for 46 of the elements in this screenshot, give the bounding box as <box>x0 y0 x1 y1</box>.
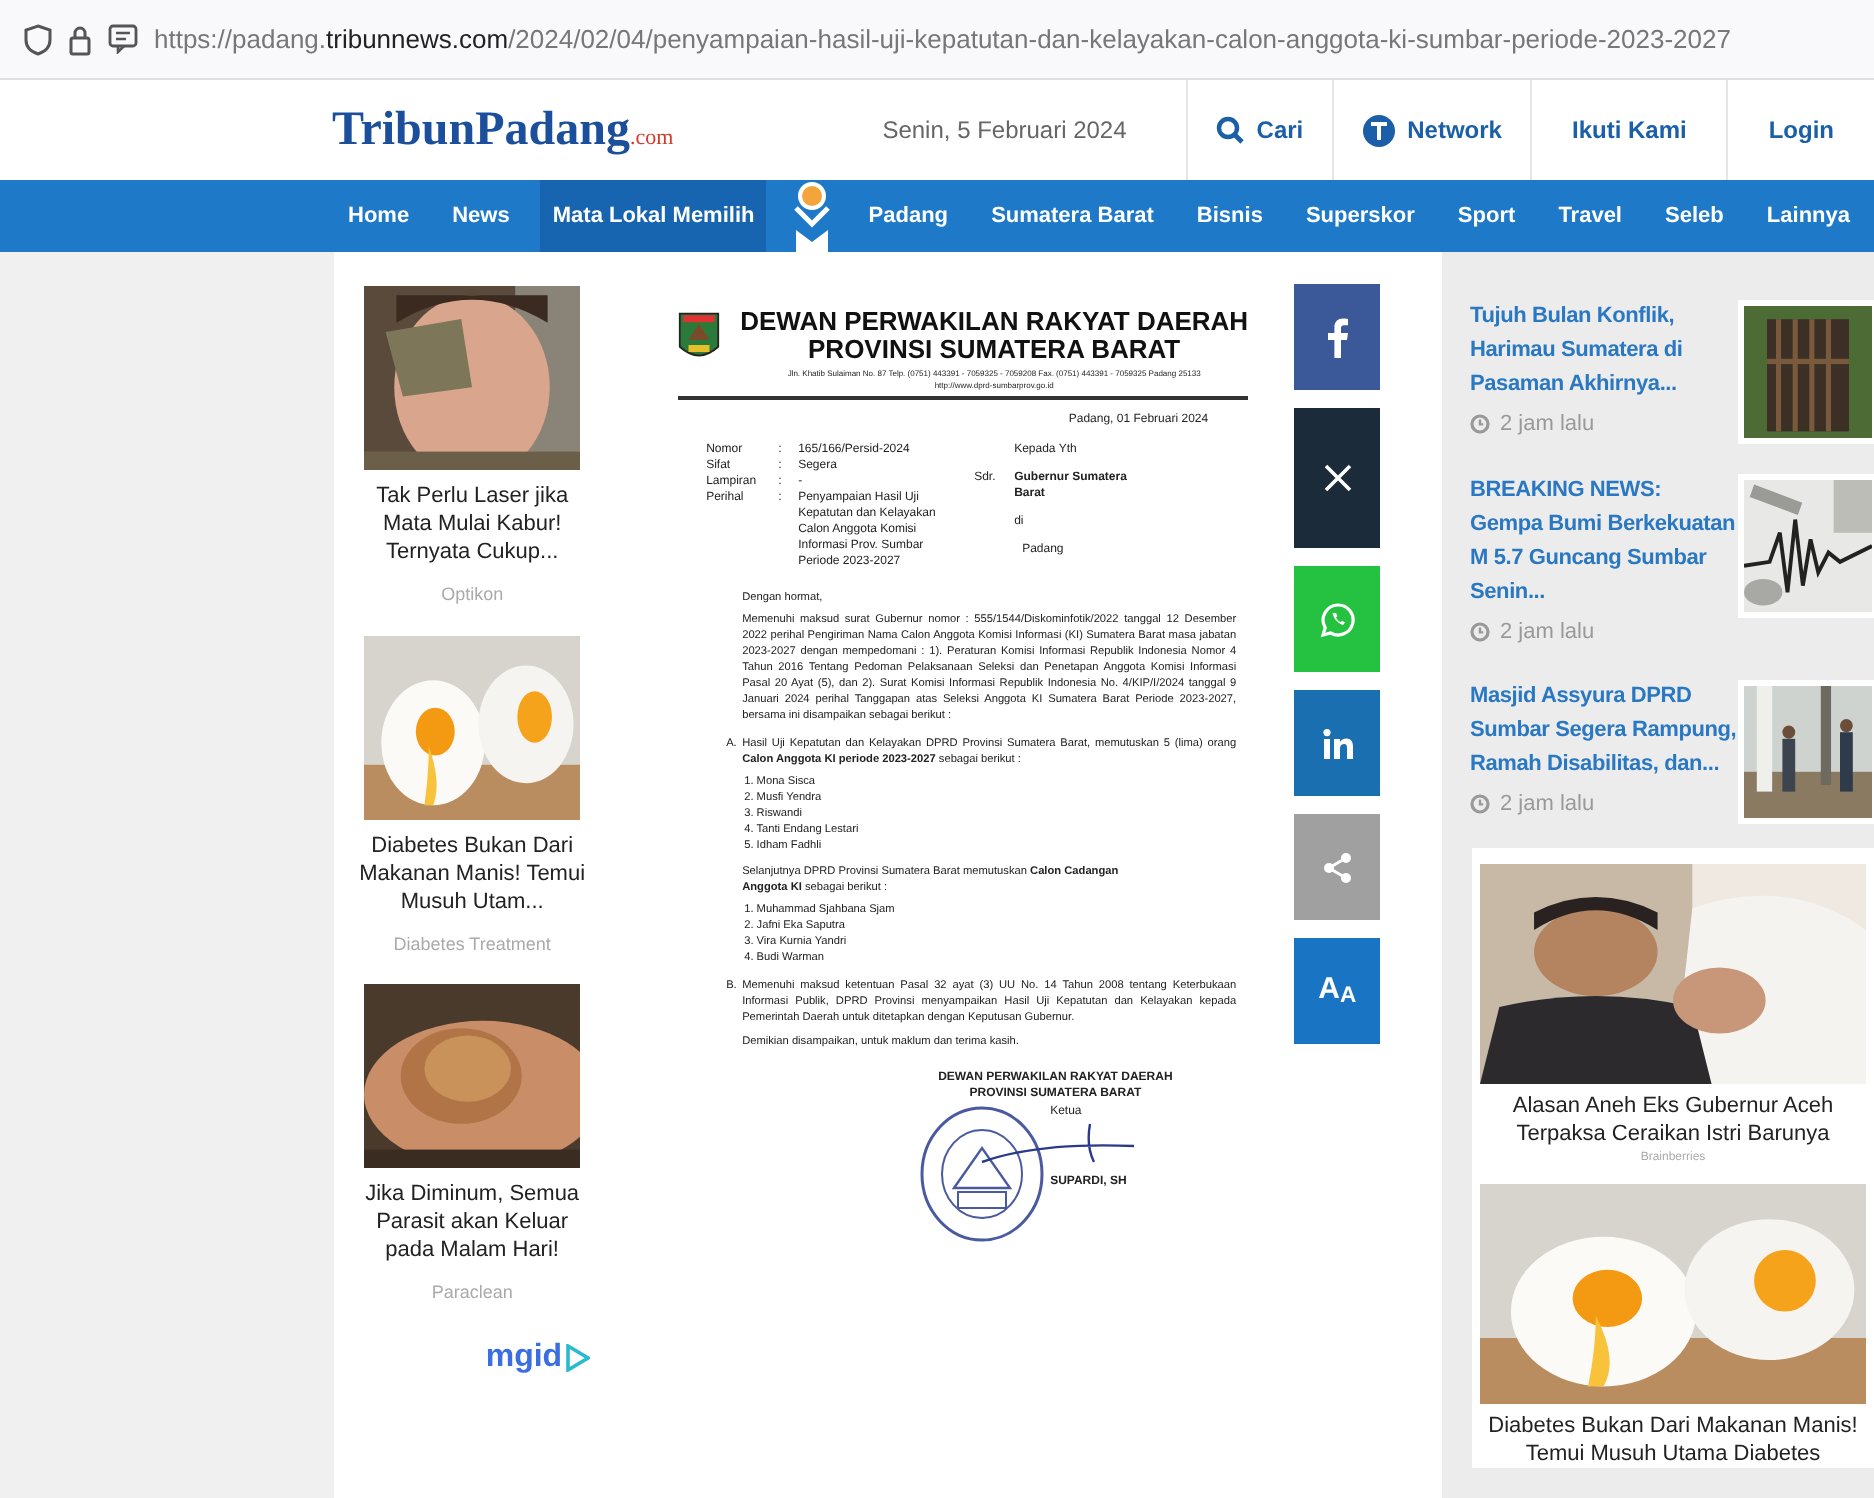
share-button[interactable] <box>1294 284 1381 390</box>
emblem-icon[interactable] <box>789 180 834 252</box>
nav-link[interactable]: Home <box>336 180 422 252</box>
time-text: 2 jam lalu <box>1500 410 1595 440</box>
nav-link[interactable]: Superskor <box>1293 180 1427 252</box>
letterhead-title: PROVINSI SUMATERA BARAT <box>808 336 1181 364</box>
nav-link[interactable]: Lainnya <box>1754 180 1862 252</box>
nav-link[interactable]: Sport <box>1445 180 1528 252</box>
clock-icon <box>1470 622 1490 643</box>
nav-link[interactable]: Mata Lokal Memilih <box>540 180 767 252</box>
ad-title[interactable]: Diabetes Bukan Dari Makanan Manis! Temui Musuh Utam... <box>350 831 595 915</box>
letterhead-title: DEWAN PERWAKILAN RAKYAT DAERAH <box>740 308 1249 336</box>
nav-link[interactable]: Padang <box>856 180 961 252</box>
mgid-logo[interactable]: mgid <box>485 1333 591 1381</box>
time-text: 2 jam lalu <box>1500 789 1595 819</box>
headline-link[interactable]: Masjid Assyura DPRD Sumbar Segera Rampung, Ramah Disabilitas, dan... <box>1470 679 1738 781</box>
x-logo-icon <box>1323 464 1352 492</box>
share-button[interactable] <box>1294 408 1381 548</box>
nav-link[interactable]: Bisnis <box>1184 180 1275 252</box>
seal-stamp-drawing <box>918 1104 1047 1244</box>
search-icon <box>1216 116 1245 144</box>
nav-link[interactable]: Seleb <box>1653 180 1736 252</box>
ad-source: Diabetes Treatment <box>393 931 551 957</box>
lock-icon[interactable] <box>68 23 92 55</box>
time-text: 2 jam lalu <box>1500 618 1595 648</box>
ad-source: Optikon <box>441 582 504 608</box>
chat-bubble-icon <box>1319 601 1356 637</box>
font-size-button[interactable]: A$_{A}$ <box>1294 938 1381 1044</box>
site-logo[interactable]: TribunPadang.com <box>332 100 678 160</box>
nav-link[interactable]: Travel <box>1546 180 1634 252</box>
ad-title[interactable]: Alasan Aneh Eks Gubernur Aceh Terpaksa Ceraikan Istri Barunya <box>1477 1091 1869 1147</box>
share-icon <box>1321 851 1354 883</box>
date-text: Senin, 5 Februari 2024 <box>882 114 1127 148</box>
clock-icon <box>1470 414 1490 435</box>
nav-link[interactable]: Sumatera Barat <box>979 180 1166 252</box>
ad-source: Paraclean <box>431 1280 513 1306</box>
facebook-icon <box>1327 317 1348 357</box>
headline-link[interactable]: BREAKING NEWS: Gempa Bumi Berkekuatan M 5.7 Guncang Sumbar Senin... <box>1470 474 1738 610</box>
shield-icon[interactable] <box>24 23 52 55</box>
ad-title[interactable]: Tak Perlu Laser jika Mata Mulai Kabur! Ternyata Cukup... <box>350 482 595 566</box>
clock-icon <box>1470 793 1490 814</box>
headline-link[interactable]: Tujuh Bulan Konflik, Harimau Sumatera di Pasaman Akhirnya... <box>1470 300 1738 402</box>
ad-title[interactable]: Jika Diminum, Semua Parasit akan Keluar pada Malam Hari! <box>350 1180 595 1264</box>
ad-title[interactable]: Diabetes Bukan Dari Makanan Manis! Temui Musuh Utama Diabetes <box>1477 1411 1869 1467</box>
linkedin-icon <box>1321 727 1354 759</box>
nav-link[interactable]: News <box>440 180 522 252</box>
